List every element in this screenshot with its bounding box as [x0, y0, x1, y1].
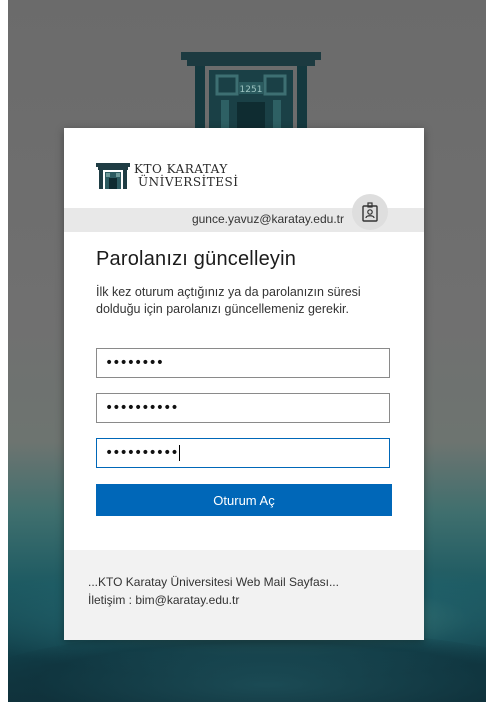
- footer-title: ...KTO Karatay Üniversitesi Web Mail Say…: [88, 575, 339, 589]
- page-description: İlk kez oturum açtığınız ya da parolanız…: [96, 285, 361, 316]
- brand-logo-text: KTO KARATAY ÜNİVERSİTESİ: [134, 163, 239, 189]
- sign-in-button[interactable]: Oturum Aç: [96, 484, 392, 516]
- footer: ...KTO Karatay Üniversitesi Web Mail Say…: [64, 550, 424, 640]
- page-title: Parolanızı güncelleyin: [96, 248, 297, 270]
- brand-logo: KTO KARATAY ÜNİVERSİTESİ: [96, 162, 239, 190]
- karatay-gate-emblem-icon: 1251: [181, 52, 321, 132]
- confirm-password-value: ••••••••••: [105, 445, 179, 461]
- new-password-value: ••••••••••: [105, 400, 179, 416]
- karatay-gate-logo-icon: [96, 163, 130, 189]
- footer-contact: İletişim : bim@karatay.edu.tr: [88, 593, 240, 607]
- login-card: KTO KARATAY ÜNİVERSİTESİ gunce.yavuz@kar…: [64, 128, 424, 640]
- id-badge-icon: [362, 202, 378, 222]
- brand-name-line2: ÜNİVERSİTESİ: [138, 175, 239, 189]
- confirm-password-input[interactable]: ••••••••••: [96, 438, 390, 468]
- account-email: gunce.yavuz@karatay.edu.tr: [191, 212, 344, 226]
- bottom-strip: [8, 702, 486, 713]
- current-password-input[interactable]: ••••••••: [96, 348, 390, 378]
- svg-text:1251: 1251: [240, 85, 263, 95]
- text-caret: [178, 445, 180, 461]
- account-avatar[interactable]: [352, 194, 388, 230]
- new-password-input[interactable]: ••••••••••: [96, 393, 390, 423]
- background-wave-dark: [8, 630, 486, 713]
- current-password-value: ••••••••: [105, 355, 164, 371]
